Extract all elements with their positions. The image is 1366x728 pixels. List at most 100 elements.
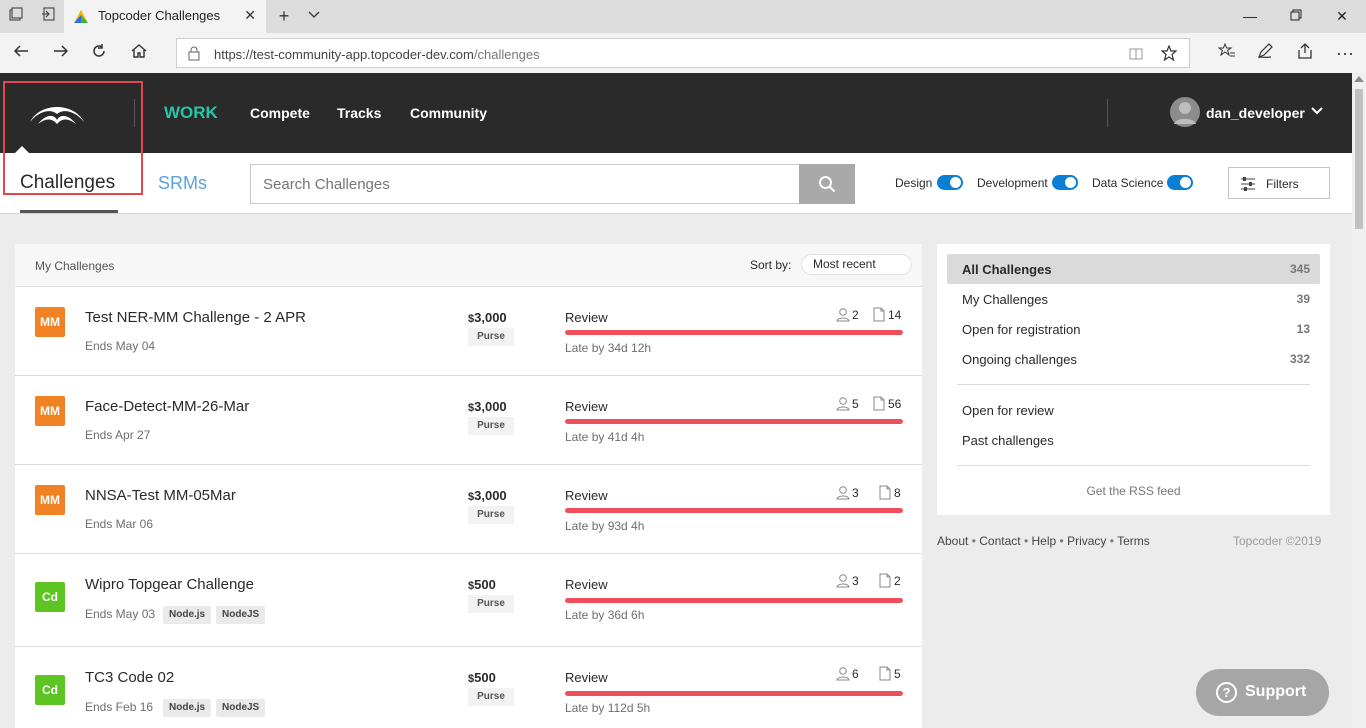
footer-about[interactable]: About [937,534,968,548]
footer-privacy[interactable]: Privacy [1067,534,1106,548]
topcoder-favicon-icon [74,10,88,23]
toggle-design[interactable] [937,175,963,190]
address-bar[interactable]: https://test-community-app.topcoder-dev.… [176,38,1190,68]
favorites-list-icon[interactable] [1216,42,1238,64]
late-by-text: Late by 41d 4h [565,430,645,444]
toggle-data-science[interactable] [1167,175,1193,190]
more-menu-icon[interactable]: ··· [1334,42,1356,64]
tab-actions-icon[interactable] [6,6,26,26]
bucket-ongoing[interactable]: Ongoing challenges 332 [947,344,1320,374]
phase-progress-fill [565,330,903,335]
close-tab-icon[interactable]: ✕ [244,7,256,24]
submissions-icon[interactable] [879,485,893,500]
submissions-icon[interactable] [879,666,893,681]
challenge-name-link[interactable]: Wipro Topgear Challenge [85,576,254,593]
challenge-name-link[interactable]: Face-Detect-MM-26-Mar [85,398,249,415]
purse-label: Purse [468,506,514,524]
filters-button[interactable]: Filters [1228,167,1330,199]
table-row[interactable]: MM Face-Detect-MM-26-Mar Ends Apr 27 $3,000… [15,376,922,465]
table-row[interactable]: MM Test NER-MM Challenge - 2 APR Ends May … [15,287,922,376]
submissions-icon[interactable] [879,573,893,588]
footer-contact[interactable]: Contact [979,534,1020,548]
chevron-down-icon[interactable] [1310,103,1324,117]
search-input[interactable] [250,164,799,204]
registrants-count[interactable]: 3 [852,574,859,588]
browser-tab-active[interactable]: Topcoder Challenges ✕ [64,0,266,33]
bucket-open-registration[interactable]: Open for registration 13 [947,314,1320,344]
registrants-count[interactable]: 3 [852,486,859,500]
home-icon[interactable] [128,42,150,64]
footer-help[interactable]: Help [1032,534,1057,548]
bucket-label: Open for review [962,403,1054,418]
submissions-count[interactable]: 56 [888,397,901,411]
challenge-name-link[interactable]: Test NER-MM Challenge - 2 APR [85,309,306,326]
submissions-count[interactable]: 2 [894,574,901,588]
nav-work[interactable]: WORK [164,103,218,123]
nav-tracks[interactable]: Tracks [337,105,381,121]
tech-tag[interactable]: NodeJS [216,606,266,624]
submissions-count[interactable]: 8 [894,486,901,500]
sort-select[interactable]: Most recent [801,254,912,275]
share-icon[interactable] [1294,42,1316,64]
challenge-name-link[interactable]: TC3 Code 02 [85,669,174,686]
submissions-icon[interactable] [873,396,887,411]
username[interactable]: dan_developer [1206,105,1305,121]
page-scrollbar[interactable] [1352,73,1366,728]
registrants-count[interactable]: 6 [852,667,859,681]
favorite-star-icon[interactable] [1161,45,1177,61]
set-tabs-aside-icon[interactable] [38,6,58,26]
tech-tag[interactable]: NodeJS [216,699,266,717]
table-row[interactable]: MM NNSA-Test MM-05Mar Ends Mar 06 $3,000 Pur… [15,465,922,554]
refresh-icon[interactable] [88,42,110,64]
bucket-my-challenges[interactable]: My Challenges 39 [947,284,1320,314]
minimize-icon[interactable]: — [1240,6,1260,26]
footer-terms[interactable]: Terms [1117,534,1150,548]
active-tab-underline [20,210,118,213]
forward-arrow-icon[interactable] [50,42,72,64]
footer-separator: • [1023,534,1029,548]
bucket-all-challenges[interactable]: All Challenges 345 [947,254,1320,284]
rss-feed-link[interactable]: Get the RSS feed [937,484,1330,498]
reading-view-icon[interactable] [1129,47,1143,61]
registrants-icon[interactable] [836,485,850,500]
submissions-icon[interactable] [873,307,887,322]
scroll-thumb[interactable] [1355,89,1363,229]
submissions-count[interactable]: 14 [888,308,901,322]
avatar[interactable] [1170,97,1200,127]
registrants-icon[interactable] [836,396,850,411]
phase-label: Review [565,310,608,325]
table-row[interactable]: Cd TC3 Code 02 Ends Feb 16 $500 Purse Review L… [15,647,922,728]
submissions-count[interactable]: 5 [894,667,901,681]
tab-list-chevron-icon[interactable] [304,6,324,26]
challenge-end-date: Ends May 04 [85,339,156,353]
tab-srms[interactable]: SRMs [158,173,207,194]
tech-tag[interactable]: Node.js [163,606,212,624]
registrants-icon[interactable] [836,666,850,681]
registrants-icon[interactable] [836,307,850,322]
bucket-count: 345 [1289,262,1310,276]
registrants-count[interactable]: 2 [852,308,859,322]
track-badge: Cd [35,675,65,705]
new-tab-icon[interactable]: + [274,6,294,26]
tech-tag[interactable]: Node.js [163,699,212,717]
bucket-open-for-review[interactable]: Open for review [947,395,1320,425]
scroll-up-icon[interactable] [1354,76,1364,82]
search-button[interactable] [799,164,855,204]
toggle-development[interactable] [1052,175,1078,190]
help-question-icon: ? [1216,682,1237,703]
back-arrow-icon[interactable] [10,42,32,64]
nav-community[interactable]: Community [410,105,487,121]
table-row[interactable]: Cd Wipro Topgear Challenge Ends May 03 $500… [15,554,922,647]
notes-pen-icon[interactable] [1254,42,1276,64]
browser-tab-bar: Topcoder Challenges ✕ + — ✕ [0,0,1366,33]
nav-compete[interactable]: Compete [250,105,310,121]
support-button[interactable]: ? Support [1196,669,1329,716]
challenge-end-date: Ends Feb 16 [85,700,154,714]
challenge-name-link[interactable]: NNSA-Test MM-05Mar [85,487,236,504]
phase-progress-fill [565,419,903,424]
registrants-icon[interactable] [836,573,850,588]
maximize-icon[interactable] [1286,6,1306,26]
close-window-icon[interactable]: ✕ [1332,6,1352,26]
bucket-past-challenges[interactable]: Past challenges [947,425,1320,455]
registrants-count[interactable]: 5 [852,397,859,411]
